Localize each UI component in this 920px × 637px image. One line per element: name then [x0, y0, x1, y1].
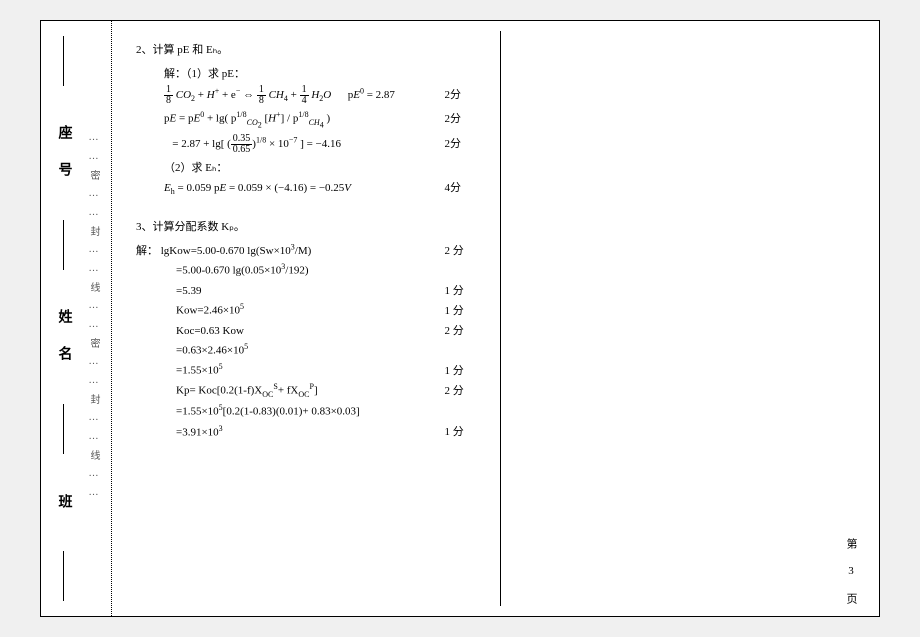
formula: =1.55×105: [176, 362, 445, 377]
problem3-body: 解： lgKow=5.00-0.670 lg(Sw×103/M) 2 分 =5.…: [136, 242, 485, 439]
text: （2）求 Eₕ：: [164, 159, 227, 175]
equation-line: Kp= Koc[0.2(1-f)XOCS+ fXOCP] 2 分: [176, 382, 485, 399]
formula: Kow=2.46×105: [176, 302, 445, 317]
equation-line: =1.55×105 1 分: [176, 362, 485, 378]
spacer: [136, 200, 485, 218]
label-line: [63, 551, 64, 601]
formula: Koc=0.63 Kow: [176, 325, 445, 337]
problem2-title: 2、计算 pE 和 Eₕ。: [136, 41, 485, 57]
binding-dotted-line: [111, 21, 112, 616]
sol-label: 解：: [136, 245, 158, 257]
score: 1 分: [445, 302, 485, 318]
score: 2 分: [445, 242, 485, 258]
score: 1 分: [445, 282, 485, 298]
equation-line: = 2.87 + lg[ (0.350.65)1/8 × 10−7 ] = −4…: [164, 134, 485, 155]
equation-line: pE = pE0 + lg( p1/8CO2 [H+] / p1/8CH4 ) …: [164, 110, 485, 130]
formula: =3.91×103: [176, 424, 445, 439]
formula: 解： lgKow=5.00-0.670 lg(Sw×103/M): [136, 242, 445, 258]
equation-line: 18 CO2 + H+ + e− ⇔ 18 CH4 + 14 H2O pE0 =…: [164, 85, 485, 106]
equation-line: =5.39 1 分: [176, 282, 485, 298]
equation-line: 解： lgKow=5.00-0.670 lg(Sw×103/M) 2 分: [136, 242, 485, 258]
score: 4分: [445, 179, 485, 195]
equation-line: =5.00-0.670 lg(0.05×103/192): [176, 262, 485, 278]
formula: = 2.87 + lg[ (0.350.65)1/8 × 10−7 ] = −4…: [164, 134, 445, 155]
formula: =5.00-0.670 lg(0.05×103/192): [176, 262, 445, 277]
text: 解：（1）求 pE：: [164, 65, 245, 81]
score: 2分: [445, 110, 485, 126]
formula: =1.55×105[0.2(1-0.83)(0.01)+ 0.83×0.03]: [176, 403, 445, 418]
formula: Eh = 0.059 pE = 0.059 × (−4.16) = −0.25V: [164, 182, 445, 196]
score: 2 分: [445, 322, 485, 338]
left-column: 2、计算 pE 和 Eₕ。 解：（1）求 pE： 18 CO2 + H+ + e…: [121, 21, 500, 616]
label-line: [63, 404, 64, 454]
equation-line: Eh = 0.059 pE = 0.059 × (−4.16) = −0.25V…: [164, 179, 485, 196]
right-column: 第 3 页: [501, 21, 880, 616]
binding-seal-text: ……密……封……线……密……封……线……: [86, 21, 101, 616]
page-container: 座 号 姓 名 班 ……密……封……线……密……封……线…… 2、计算 pE 和…: [40, 20, 880, 617]
equation-line: Koc=0.63 Kow 2 分: [176, 322, 485, 338]
solution-label: （2）求 Eₕ：: [164, 159, 485, 175]
solution-label: 解：（1）求 pE：: [164, 65, 485, 81]
score: 1 分: [445, 423, 485, 439]
score: 2分: [445, 135, 485, 151]
problem3-title: 3、计算分配系数 Kₚ。: [136, 218, 485, 234]
equation-line: =1.55×105[0.2(1-0.83)(0.01)+ 0.83×0.03]: [176, 403, 485, 419]
label-name: 姓 名: [54, 299, 74, 374]
formula: =0.63×2.46×105: [176, 342, 445, 357]
content-area: 2、计算 pE 和 Eₕ。 解：（1）求 pE： 18 CO2 + H+ + e…: [121, 21, 879, 616]
equation-line: Kow=2.46×105 1 分: [176, 302, 485, 318]
score: 2分: [445, 86, 485, 102]
label-class: 班: [54, 484, 74, 522]
label-seat: 座 号: [54, 115, 74, 190]
equation-line: =3.91×103 1 分: [176, 423, 485, 439]
label-line: [63, 36, 64, 86]
page-number: 第 3 页: [843, 538, 859, 606]
formula: pE = pE0 + lg( p1/8CO2 [H+] / p1/8CH4 ): [164, 110, 445, 129]
score: 2 分: [445, 382, 485, 398]
vertical-labels: 座 号 姓 名 班: [41, 21, 86, 616]
formula: Kp= Koc[0.2(1-f)XOCS+ fXOCP]: [176, 382, 445, 399]
label-line: [63, 220, 64, 270]
formula: =5.39: [176, 285, 445, 297]
problem2-body: 解：（1）求 pE： 18 CO2 + H+ + e− ⇔ 18 CH4 + 1…: [164, 65, 485, 196]
score: 1 分: [445, 362, 485, 378]
formula: 18 CO2 + H+ + e− ⇔ 18 CH4 + 14 H2O pE0 =…: [164, 85, 445, 106]
binding-margin: 座 号 姓 名 班 ……密……封……线……密……封……线……: [41, 21, 121, 616]
equation-line: =0.63×2.46×105: [176, 342, 485, 358]
